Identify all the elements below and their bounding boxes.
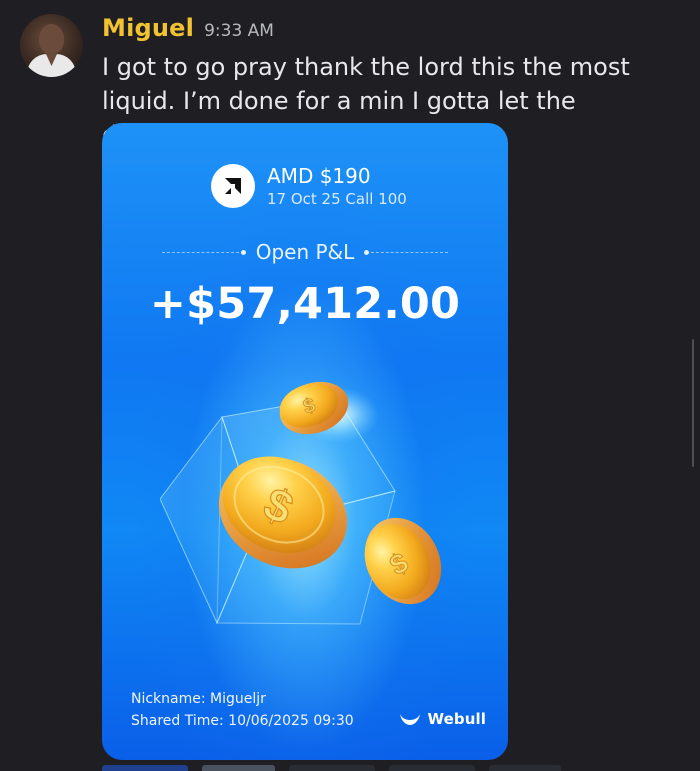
pl-divider-left	[161, 249, 246, 255]
asset-name: AMD $190	[267, 163, 371, 188]
shared-time-row: Shared Time: 10/06/2025 09:30	[131, 710, 354, 732]
message-header: Miguel 9:33 AM	[102, 14, 274, 50]
nickname-value: Migueljr	[210, 691, 266, 707]
share-details: Nickname: Migueljr Shared Time: 10/06/20…	[131, 688, 354, 732]
pl-divider-right	[364, 249, 449, 255]
message-timestamp: 9:33 AM	[204, 21, 274, 41]
reaction-hint[interactable]	[202, 765, 275, 771]
coins-cube-illustration: $ $ $	[160, 381, 442, 625]
reaction-hint[interactable]	[489, 765, 561, 771]
brand-name: Webull	[427, 710, 486, 728]
reaction-hint[interactable]	[102, 765, 188, 771]
username[interactable]: Miguel	[102, 14, 194, 42]
shared-time-value: 10/06/2025 09:30	[228, 713, 354, 729]
amd-logo-icon	[211, 164, 255, 208]
webull-icon	[399, 714, 420, 725]
nickname-label: Nickname:	[131, 691, 206, 707]
shared-time-label: Shared Time:	[131, 713, 224, 729]
reaction-bar-edge	[102, 765, 572, 771]
avatar-face	[39, 24, 64, 54]
trade-card-image[interactable]: AMD $190 17 Oct 25 Call 100 Open P&L +$5…	[102, 123, 508, 760]
pl-label: Open P&L	[255, 240, 355, 264]
chat-message: Miguel 9:33 AM I got to go pray thank th…	[0, 0, 700, 771]
avatar[interactable]	[20, 14, 83, 77]
scrollbar[interactable]	[692, 339, 694, 467]
reaction-hint[interactable]	[289, 765, 375, 771]
pl-label-row: Open P&L	[102, 238, 508, 266]
nickname-row: Nickname: Migueljr	[131, 688, 354, 710]
pnl-value: +$57,412.00	[149, 279, 461, 329]
amd-logo-svg	[225, 178, 241, 194]
webull-brand: Webull	[398, 710, 486, 728]
asset-text: AMD $190 17 Oct 25 Call 100	[267, 165, 407, 208]
reaction-hint[interactable]	[389, 765, 475, 771]
asset-header: AMD $190 17 Oct 25 Call 100	[211, 164, 407, 208]
asset-contract: 17 Oct 25 Call 100	[267, 189, 407, 208]
